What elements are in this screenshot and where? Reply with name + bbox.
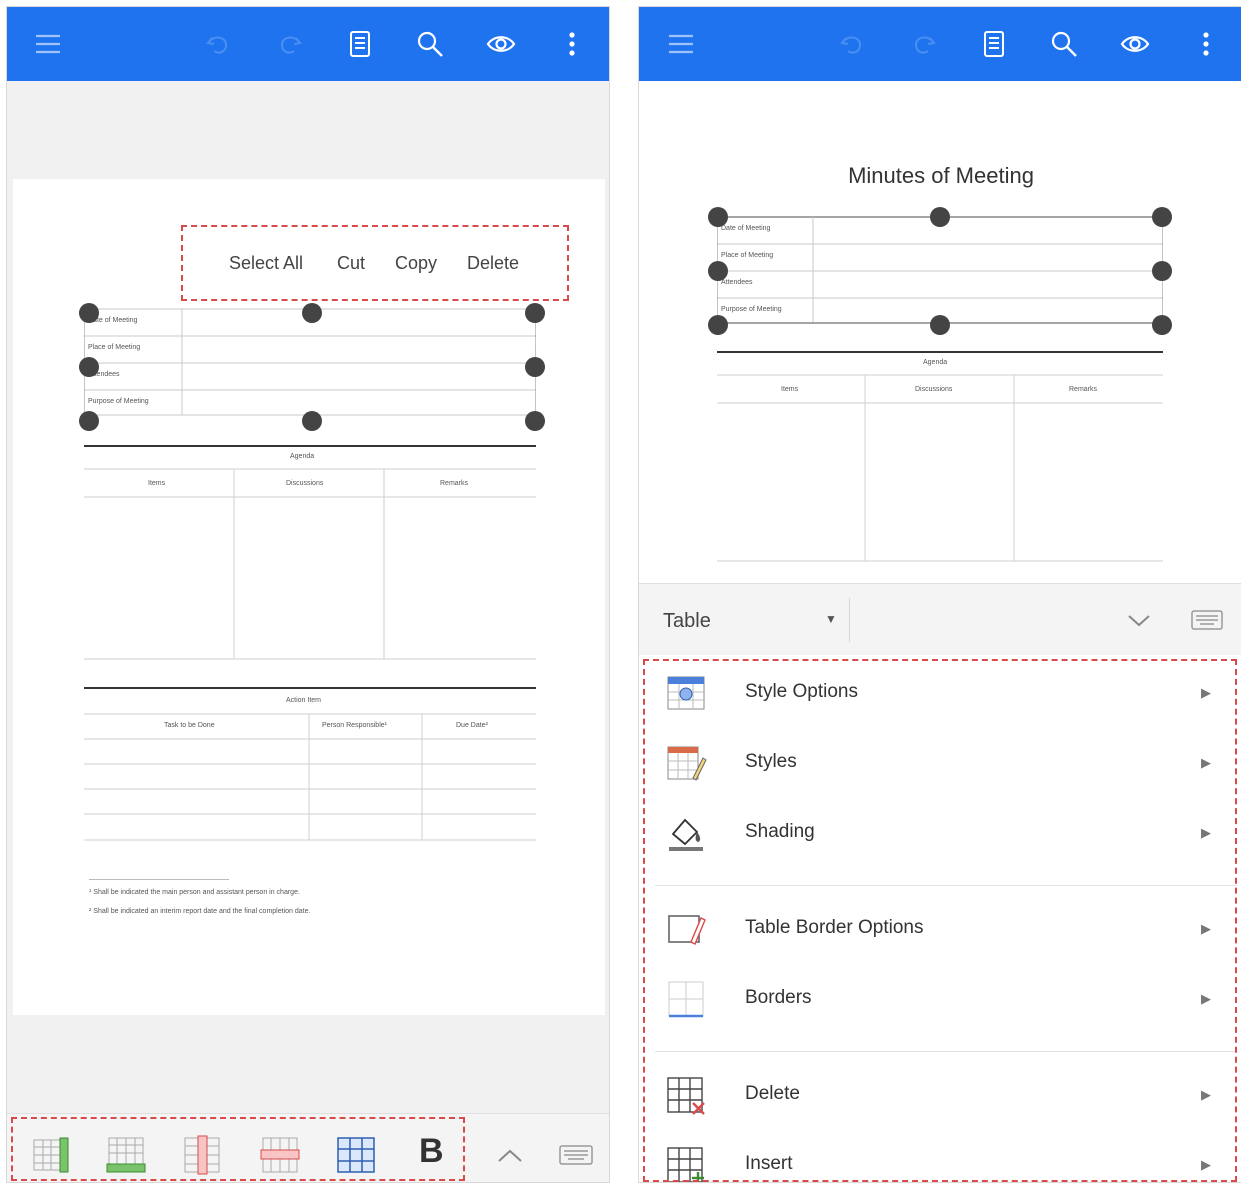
undo-icon[interactable] bbox=[837, 29, 867, 59]
selection-handle-middle-right[interactable] bbox=[1152, 261, 1172, 281]
agenda-col-discussions: Discussions bbox=[915, 386, 953, 393]
row-label-attendees: Attendees bbox=[721, 279, 753, 286]
keyboard-icon[interactable] bbox=[555, 1134, 597, 1176]
selection-handle-bottom-left[interactable] bbox=[79, 411, 99, 431]
selection-handle-bottom-right[interactable] bbox=[1152, 315, 1172, 335]
top-toolbar bbox=[7, 7, 609, 81]
right-screen: Minutes of Meeting Date of Meeting Place… bbox=[638, 6, 1241, 1183]
table-menu-highlight bbox=[643, 659, 1237, 1182]
selection-handle-top-left[interactable] bbox=[708, 207, 728, 227]
action-col-due: Due Date² bbox=[456, 722, 488, 729]
action-col-person: Person Responsible¹ bbox=[322, 722, 387, 729]
selection-handle-bottom-right[interactable] bbox=[525, 411, 545, 431]
table-panel-header: Table ▼ bbox=[639, 583, 1241, 655]
footnote-divider bbox=[89, 879, 229, 880]
agenda-title: Agenda bbox=[290, 453, 315, 460]
menu-icon[interactable] bbox=[666, 29, 696, 59]
selection-handle-top-center[interactable] bbox=[930, 207, 950, 227]
selection-handle-middle-left[interactable] bbox=[708, 261, 728, 281]
agenda-col-remarks: Remarks bbox=[440, 480, 469, 487]
redo-icon[interactable] bbox=[909, 29, 939, 59]
selection-handle-top-left[interactable] bbox=[79, 303, 99, 323]
action-item-table[interactable]: Action Item Task to be Done Person Respo… bbox=[84, 687, 536, 843]
dropdown-arrow-icon[interactable]: ▼ bbox=[825, 612, 837, 626]
document-title: Minutes of Meeting bbox=[848, 163, 1034, 188]
context-menu-highlight bbox=[181, 225, 569, 301]
redo-icon[interactable] bbox=[275, 29, 305, 59]
document-icon[interactable] bbox=[979, 29, 1009, 59]
selection-handle-bottom-center[interactable] bbox=[302, 411, 322, 431]
selection-handle-top-right[interactable] bbox=[525, 303, 545, 323]
agenda-title: Agenda bbox=[923, 359, 948, 366]
agenda-col-discussions: Discussions bbox=[286, 480, 324, 487]
agenda-col-remarks: Remarks bbox=[1069, 386, 1098, 393]
document-icon[interactable] bbox=[345, 29, 375, 59]
keyboard-icon[interactable] bbox=[1189, 602, 1225, 638]
document-page[interactable]: Select All Cut Copy Delete Date of Meeti… bbox=[13, 179, 605, 1015]
footnote-2: ² Shall be indicated an interim report d… bbox=[89, 908, 311, 915]
more-options-icon[interactable] bbox=[1191, 29, 1221, 59]
view-eye-icon[interactable] bbox=[1120, 29, 1150, 59]
undo-icon[interactable] bbox=[203, 29, 233, 59]
more-options-icon[interactable] bbox=[557, 29, 587, 59]
agenda-table[interactable]: Agenda Items Discussions Remarks bbox=[84, 445, 536, 661]
row-label-purpose: Purpose of Meeting bbox=[88, 398, 149, 405]
action-title: Action Item bbox=[286, 697, 322, 704]
agenda-table[interactable]: Agenda Items Discussions Remarks bbox=[717, 351, 1163, 563]
selection-handle-top-center[interactable] bbox=[302, 303, 322, 323]
bottom-toolbar-highlight bbox=[11, 1117, 465, 1181]
agenda-col-items: Items bbox=[781, 386, 799, 393]
selection-handle-middle-left[interactable] bbox=[79, 357, 99, 377]
search-icon[interactable] bbox=[1049, 29, 1079, 59]
meeting-info-table[interactable]: Date of Meeting Place of Meeting Attende… bbox=[84, 307, 536, 417]
selection-handle-bottom-center[interactable] bbox=[930, 315, 950, 335]
footnote-1: ¹ Shall be indicated the main person and… bbox=[89, 889, 300, 896]
row-label-date: Date of Meeting bbox=[721, 225, 771, 232]
row-label-place: Place of Meeting bbox=[88, 344, 141, 351]
top-toolbar bbox=[639, 7, 1241, 81]
view-eye-icon[interactable] bbox=[486, 29, 516, 59]
action-col-task: Task to be Done bbox=[164, 722, 215, 729]
left-screen: Select All Cut Copy Delete Date of Meeti… bbox=[6, 6, 610, 1183]
row-label-purpose: Purpose of Meeting bbox=[721, 306, 782, 313]
selection-handle-middle-right[interactable] bbox=[525, 357, 545, 377]
agenda-col-items: Items bbox=[148, 480, 166, 487]
search-icon[interactable] bbox=[415, 29, 445, 59]
selection-handle-top-right[interactable] bbox=[1152, 207, 1172, 227]
row-label-place: Place of Meeting bbox=[721, 252, 774, 259]
selection-handle-bottom-left[interactable] bbox=[708, 315, 728, 335]
menu-icon[interactable] bbox=[33, 29, 63, 59]
chevron-up-icon[interactable] bbox=[489, 1134, 531, 1176]
document-page[interactable]: Minutes of Meeting Date of Meeting Place… bbox=[639, 81, 1241, 583]
meeting-info-table[interactable]: Date of Meeting Place of Meeting Attende… bbox=[717, 215, 1163, 325]
panel-title[interactable]: Table bbox=[663, 610, 711, 633]
chevron-down-icon[interactable] bbox=[1123, 604, 1155, 636]
header-divider bbox=[849, 598, 850, 642]
